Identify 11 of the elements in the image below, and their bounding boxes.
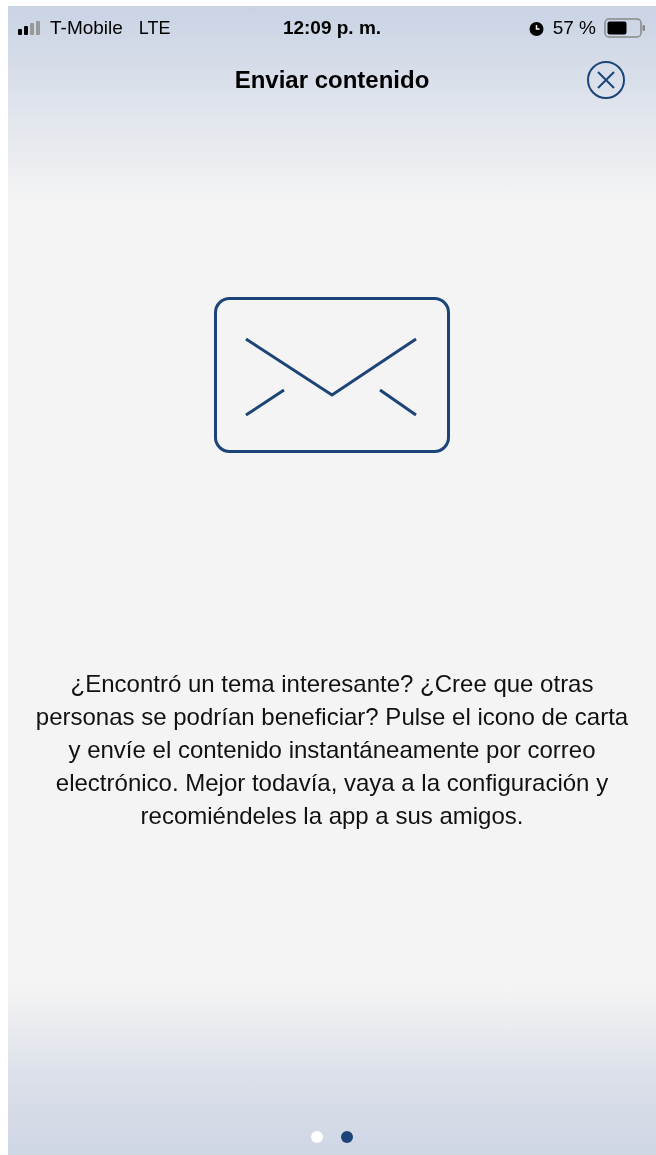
clock-time: 12:09 p. m.	[282, 15, 382, 40]
close-button[interactable]	[586, 60, 626, 100]
description-text: ¿Encontró un tema interesante? ¿Cree que otras personas se podrían beneficiar? Pulse el icono de carta y envíe el contenido instantáneamente por correo electrónico. Mejor todavía, vaya a la configuración y recomiéndeles la app a sus amigos.	[34, 669, 630, 831]
close-icon	[586, 60, 626, 100]
carrier-name: T-Mobile	[50, 15, 123, 40]
screen-title: Enviar contenido	[234, 65, 430, 95]
network-type: LTE	[138, 16, 171, 40]
battery-icon	[604, 18, 646, 38]
alarm-clock-icon	[527, 19, 545, 37]
envelope-icon	[214, 297, 450, 453]
battery-percentage: 57 %	[552, 15, 596, 40]
